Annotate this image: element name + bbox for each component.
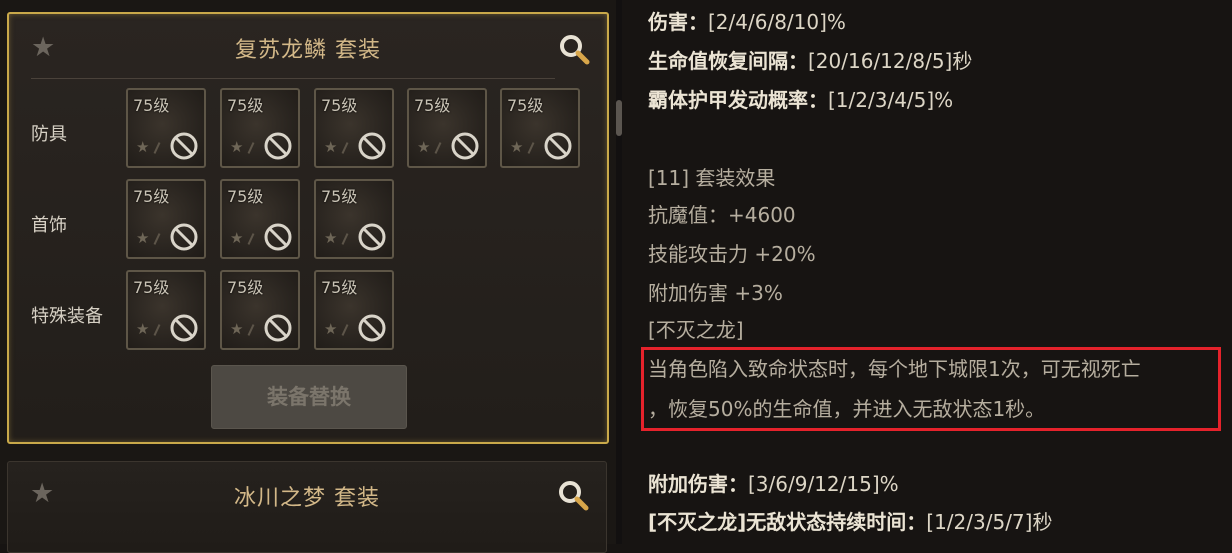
stat-line: 伤害：[2/4/6/8/10]%	[648, 10, 846, 34]
row-label-armor: 防具	[31, 124, 67, 145]
stat-line: 附加伤害：[3/6/9/12/15]%	[648, 472, 899, 496]
stat-name: 霸体护甲发动概率：	[648, 88, 828, 112]
slot-decoration	[153, 233, 161, 245]
prohibited-icon	[356, 130, 388, 162]
grade-star-icon: ★	[324, 320, 338, 338]
slot-level: 75级	[321, 96, 358, 115]
slot-decoration	[153, 142, 161, 154]
set-title: 冰川之梦 套装	[234, 486, 380, 511]
grade-star-icon: ★	[136, 229, 150, 247]
set-list-panel: ★ 复苏龙鳞 套装 防具 首饰 特殊装备 75级 ★ 75级 ★ 75级 ★ 7…	[0, 0, 622, 553]
equipment-slot[interactable]: 75级 ★	[220, 88, 300, 168]
stat-value: [1/2/3/4/5]%	[828, 88, 954, 112]
set-title: 复苏龙鳞 套装	[235, 38, 381, 63]
slot-decoration	[434, 142, 442, 154]
slot-level: 75级	[227, 278, 264, 297]
prohibited-icon	[168, 221, 200, 253]
grade-star-icon: ★	[230, 320, 244, 338]
row-label-special-equipment: 特殊装备	[31, 306, 103, 327]
stat-line: 生命值恢复间隔：[20/16/12/8/5]秒	[648, 49, 972, 73]
equipment-slot[interactable]: 75级 ★	[407, 88, 487, 168]
set-card-header: ★ 复苏龙鳞 套装	[9, 14, 607, 78]
slot-decoration	[341, 233, 349, 245]
effect-line: 附加伤害 +3%	[648, 281, 783, 305]
slot-level: 75级	[414, 96, 451, 115]
equipment-slot[interactable]: 75级 ★	[500, 88, 580, 168]
prohibited-icon	[356, 221, 388, 253]
prohibited-icon	[262, 221, 294, 253]
slot-decoration	[527, 142, 535, 154]
slot-level: 75级	[507, 96, 544, 115]
grade-star-icon: ★	[324, 138, 338, 156]
stat-value: [3/6/9/12/15]%	[748, 472, 899, 496]
scrollbar-track[interactable]	[616, 0, 622, 544]
magnifier-search-icon[interactable]	[556, 478, 590, 512]
slot-level: 75级	[133, 278, 170, 297]
equipment-slot[interactable]: 75级 ★	[314, 179, 394, 259]
stat-name: 生命值恢复间隔：	[648, 49, 808, 73]
prohibited-icon	[449, 130, 481, 162]
stat-line: 霸体护甲发动概率：[1/2/3/4/5]%	[648, 88, 953, 112]
slot-decoration	[341, 324, 349, 336]
grade-star-icon: ★	[510, 138, 524, 156]
equipment-slot[interactable]: 75级 ★	[126, 88, 206, 168]
grade-star-icon: ★	[136, 138, 150, 156]
prohibited-icon	[262, 130, 294, 162]
highlight-annotation-box	[641, 347, 1221, 431]
set-effect-header: [11] 套装效果	[648, 166, 776, 190]
prohibited-icon	[356, 312, 388, 344]
slot-level: 75级	[227, 96, 264, 115]
grade-star-icon: ★	[230, 229, 244, 247]
equipment-slot[interactable]: 75级 ★	[126, 179, 206, 259]
set-card-selected[interactable]: ★ 复苏龙鳞 套装 防具 首饰 特殊装备 75级 ★ 75级 ★ 75级 ★ 7…	[7, 12, 609, 444]
slot-level: 75级	[227, 187, 264, 206]
stat-name: 伤害：	[648, 10, 708, 34]
magnifier-search-icon[interactable]	[557, 32, 591, 66]
slot-level: 75级	[133, 187, 170, 206]
stat-value: [20/16/12/8/5]秒	[808, 49, 973, 73]
slot-decoration	[247, 142, 255, 154]
equipment-slot[interactable]: 75级 ★	[314, 88, 394, 168]
slot-level: 75级	[133, 96, 170, 115]
stat-name: [不灭之龙]无敌状态持续时间：	[648, 510, 927, 534]
equipment-slot[interactable]: 75级 ★	[220, 179, 300, 259]
slot-decoration	[341, 142, 349, 154]
equipment-swap-button[interactable]: 装备替换	[211, 365, 407, 429]
grade-star-icon: ★	[136, 320, 150, 338]
slot-decoration	[247, 324, 255, 336]
effect-line: 抗魔值：+4600	[648, 203, 796, 227]
grade-star-icon: ★	[230, 138, 244, 156]
prohibited-icon	[262, 312, 294, 344]
slot-decoration	[247, 233, 255, 245]
header-divider	[31, 78, 555, 79]
prohibited-icon	[168, 312, 200, 344]
grade-star-icon: ★	[417, 138, 431, 156]
scrollbar-thumb[interactable]	[616, 100, 622, 136]
stat-line: [不灭之龙]无敌状态持续时间：[1/2/3/5/7]秒	[648, 510, 1052, 534]
effect-line: 技能攻击力 +20%	[648, 242, 816, 266]
prohibited-icon	[542, 130, 574, 162]
slot-level: 75级	[321, 278, 358, 297]
prohibited-icon	[168, 130, 200, 162]
equipment-slot[interactable]: 75级 ★	[314, 270, 394, 350]
grade-star-icon: ★	[324, 229, 338, 247]
slot-decoration	[153, 324, 161, 336]
equipment-slot[interactable]: 75级 ★	[126, 270, 206, 350]
slot-level: 75级	[321, 187, 358, 206]
stat-value: [2/4/6/8/10]%	[708, 10, 846, 34]
effect-line: [不灭之龙]	[648, 318, 744, 342]
set-card[interactable]: ★ 冰川之梦 套装	[7, 461, 607, 553]
stat-value: [1/2/3/5/7]秒	[926, 510, 1053, 534]
set-description-panel: 伤害：[2/4/6/8/10]% 生命值恢复间隔：[20/16/12/8/5]秒…	[624, 0, 1232, 544]
equipment-slot[interactable]: 75级 ★	[220, 270, 300, 350]
row-label-accessory: 首饰	[31, 215, 67, 236]
stat-name: 附加伤害：	[648, 472, 748, 496]
